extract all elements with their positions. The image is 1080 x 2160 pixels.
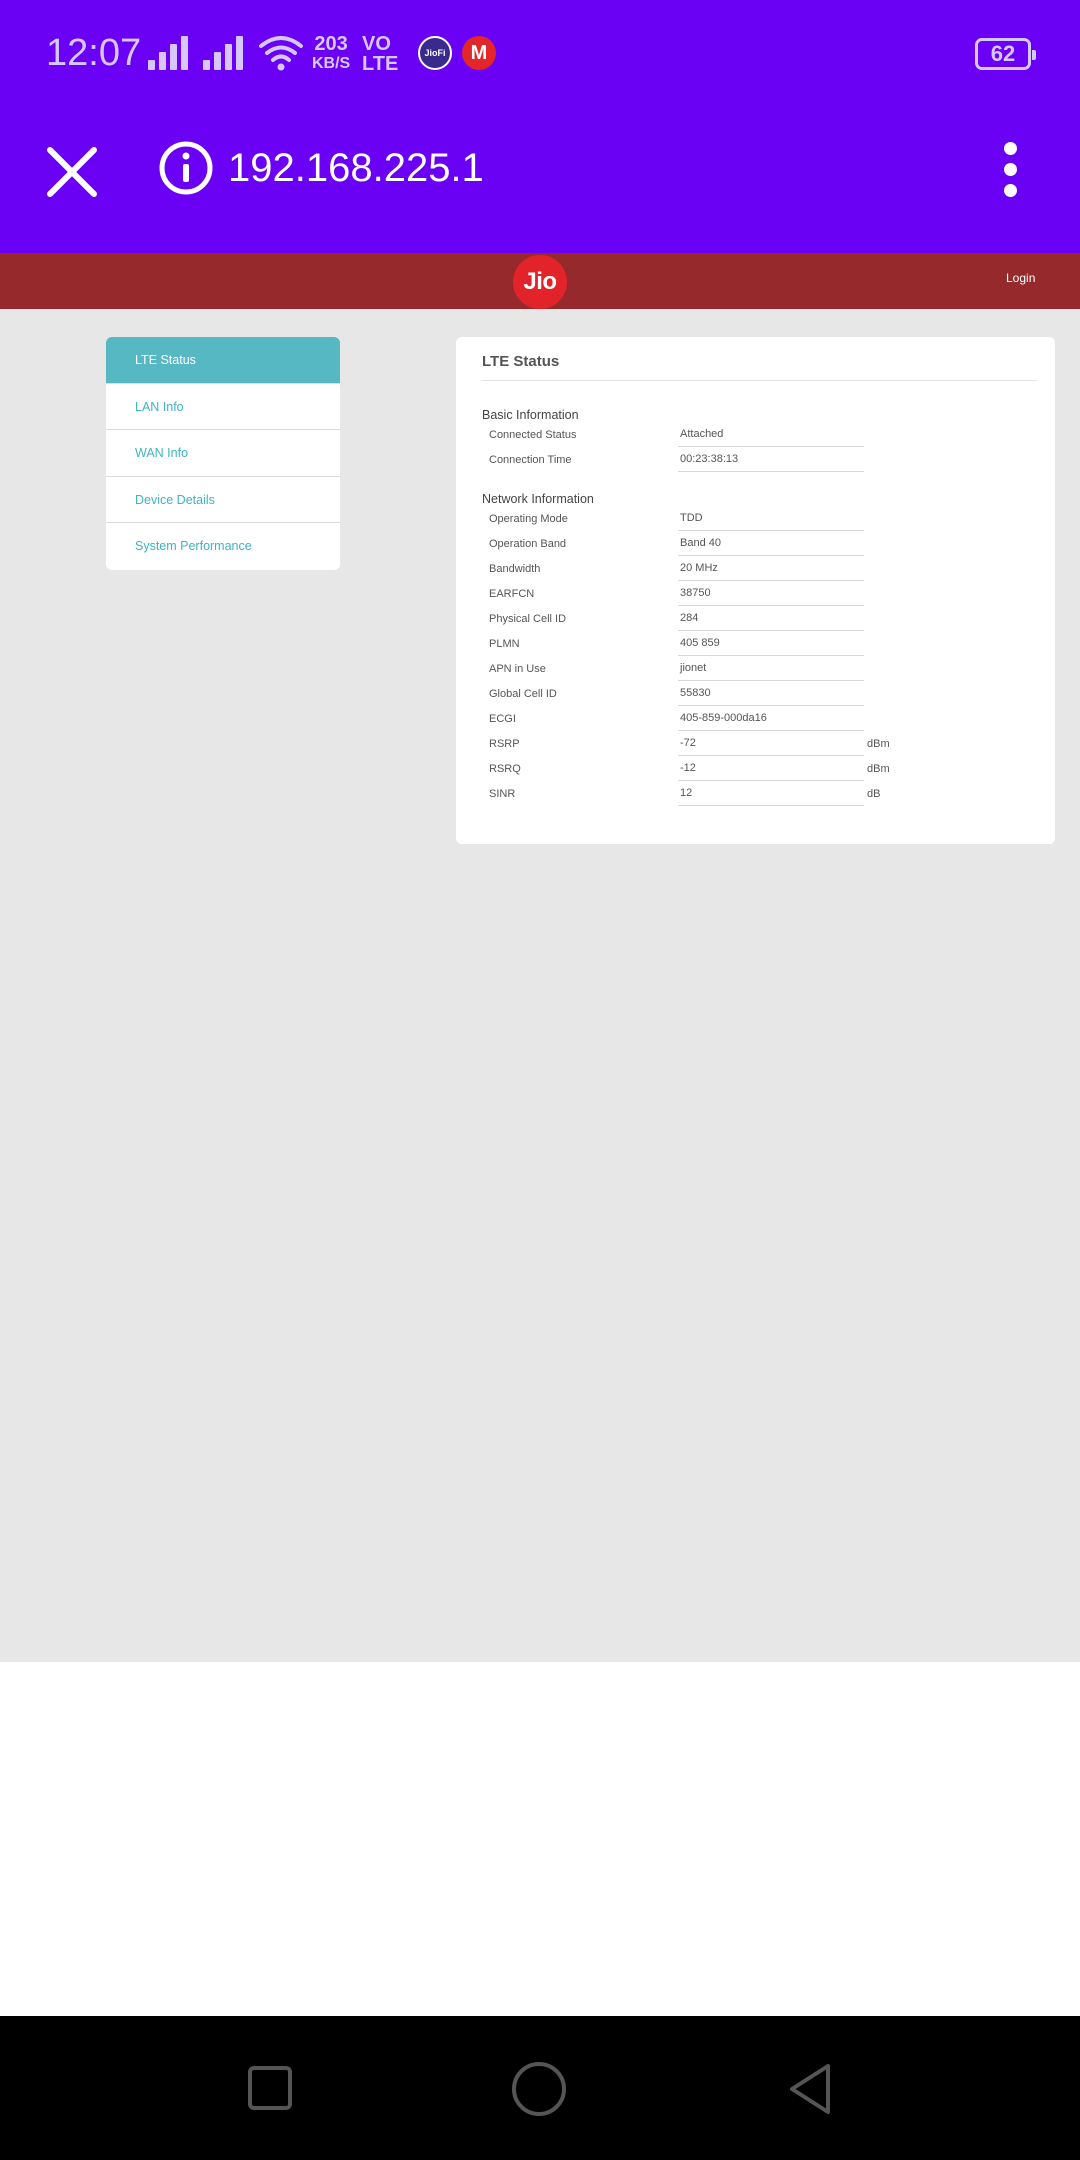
row-unit: dBm bbox=[867, 763, 890, 775]
info-row-operation-band: Operation Band Band 40 bbox=[489, 534, 909, 559]
info-row-rsrp: RSRP -72 dBm bbox=[489, 734, 909, 759]
row-label: SINR bbox=[489, 788, 516, 800]
info-row-connected-status: Connected Status Attached bbox=[489, 425, 909, 450]
back-icon[interactable] bbox=[786, 2062, 834, 2116]
home-icon[interactable] bbox=[512, 2062, 566, 2116]
info-row-connection-time: Connection Time 00:23:38:13 bbox=[489, 450, 909, 475]
blank-page-area bbox=[0, 1662, 1080, 2016]
row-unit: dB bbox=[867, 788, 881, 800]
info-row-plmn: PLMN 405 859 bbox=[489, 634, 909, 659]
info-row-global-cell-id: Global Cell ID 55830 bbox=[489, 684, 909, 709]
row-label: Connected Status bbox=[489, 429, 577, 441]
row-label: Operation Band bbox=[489, 538, 567, 550]
jiofi-notification-icon: JioFi bbox=[418, 36, 452, 70]
signal-sim2-icon bbox=[203, 36, 251, 70]
info-row-apn-in-use: APN in Use jionet bbox=[489, 659, 909, 684]
close-icon[interactable] bbox=[44, 144, 100, 200]
network-speed: 203 KB/S bbox=[312, 34, 350, 74]
sidebar-menu: LTE Status LAN Info WAN Info Device Deta… bbox=[106, 337, 340, 570]
row-value: 00:23:38:13 bbox=[678, 450, 864, 472]
info-row-ecgi: ECGI 405-859-000da16 bbox=[489, 709, 909, 734]
status-time: 12:07 bbox=[46, 32, 142, 74]
row-label: Bandwidth bbox=[489, 563, 541, 575]
volte-bottom-label: LTE bbox=[362, 53, 399, 75]
info-row-rsrq: RSRQ -12 dBm bbox=[489, 759, 909, 784]
sidebar-item-wan-info[interactable]: WAN Info bbox=[106, 430, 340, 477]
row-value: 405 859 bbox=[678, 634, 864, 656]
row-label: APN in Use bbox=[489, 663, 546, 675]
row-value: TDD bbox=[678, 509, 864, 531]
row-label: Global Cell ID bbox=[489, 688, 557, 700]
row-label: Connection Time bbox=[489, 454, 572, 466]
row-value: 38750 bbox=[678, 584, 864, 606]
battery-icon: 62 bbox=[975, 38, 1036, 70]
row-value: 20 MHz bbox=[678, 559, 864, 581]
network-speed-unit: KB/S bbox=[312, 55, 351, 72]
panel-divider bbox=[482, 380, 1037, 381]
row-value: 55830 bbox=[678, 684, 864, 706]
panel-title: LTE Status bbox=[482, 353, 560, 370]
row-label: PLMN bbox=[489, 638, 520, 650]
more-options-icon[interactable] bbox=[996, 140, 1026, 200]
url-bar: 192.168.225.1 bbox=[0, 110, 1080, 253]
row-label: Operating Mode bbox=[489, 513, 568, 525]
section-title-basic: Basic Information bbox=[482, 408, 579, 422]
row-label: ECGI bbox=[489, 713, 516, 725]
login-link[interactable]: Login bbox=[1006, 271, 1035, 285]
recent-apps-icon[interactable] bbox=[248, 2066, 292, 2110]
status-bar: 12:07 203 KB/S VO LTE JioFi M 62 bbox=[0, 0, 1080, 110]
info-row-bandwidth: Bandwidth 20 MHz bbox=[489, 559, 909, 584]
row-label: RSRQ bbox=[489, 763, 521, 775]
signal-sim1-icon bbox=[148, 36, 196, 70]
info-row-sinr: SINR 12 dB bbox=[489, 784, 909, 809]
row-value: Attached bbox=[678, 425, 864, 447]
row-value: jionet bbox=[678, 659, 864, 681]
section-title-network: Network Information bbox=[482, 492, 594, 506]
row-value: 284 bbox=[678, 609, 864, 631]
row-value: -12 bbox=[678, 759, 864, 781]
network-speed-value: 203 bbox=[314, 33, 348, 55]
wifi-icon bbox=[259, 36, 303, 71]
row-value: Band 40 bbox=[678, 534, 864, 556]
jio-header: Jio Login bbox=[0, 253, 1080, 309]
sidebar-item-device-details[interactable]: Device Details bbox=[106, 477, 340, 523]
row-label: Physical Cell ID bbox=[489, 613, 567, 625]
mega-notification-icon: M bbox=[462, 36, 496, 70]
info-row-earfcn: EARFCN 38750 bbox=[489, 584, 909, 609]
row-value: 405-859-000da16 bbox=[678, 709, 864, 731]
browser-chrome: 12:07 203 KB/S VO LTE JioFi M 62 192.168… bbox=[0, 0, 1080, 253]
row-label: EARFCN bbox=[489, 588, 535, 600]
row-value: -72 bbox=[678, 734, 864, 756]
row-value: 12 bbox=[678, 784, 864, 806]
lte-status-panel: LTE Status Basic Information Connected S… bbox=[456, 337, 1055, 844]
info-row-operating-mode: Operating Mode TDD bbox=[489, 509, 909, 534]
site-info-icon[interactable] bbox=[158, 140, 214, 196]
row-unit: dBm bbox=[867, 738, 890, 750]
volte-top-label: VO bbox=[362, 33, 391, 55]
volte-icon: VO LTE bbox=[362, 34, 398, 74]
router-page: Jio Login LTE Status LAN Info WAN Info D… bbox=[0, 253, 1080, 1662]
jio-logo: Jio bbox=[513, 255, 567, 309]
row-label: RSRP bbox=[489, 738, 520, 750]
sidebar-item-system-performance[interactable]: System Performance bbox=[106, 523, 340, 570]
sidebar-item-lan-info[interactable]: LAN Info bbox=[106, 384, 340, 430]
url-text[interactable]: 192.168.225.1 bbox=[228, 146, 484, 191]
system-nav-bar bbox=[0, 2016, 1080, 2160]
info-row-physical-cell-id: Physical Cell ID 284 bbox=[489, 609, 909, 634]
sidebar-item-lte-status[interactable]: LTE Status bbox=[106, 337, 340, 384]
